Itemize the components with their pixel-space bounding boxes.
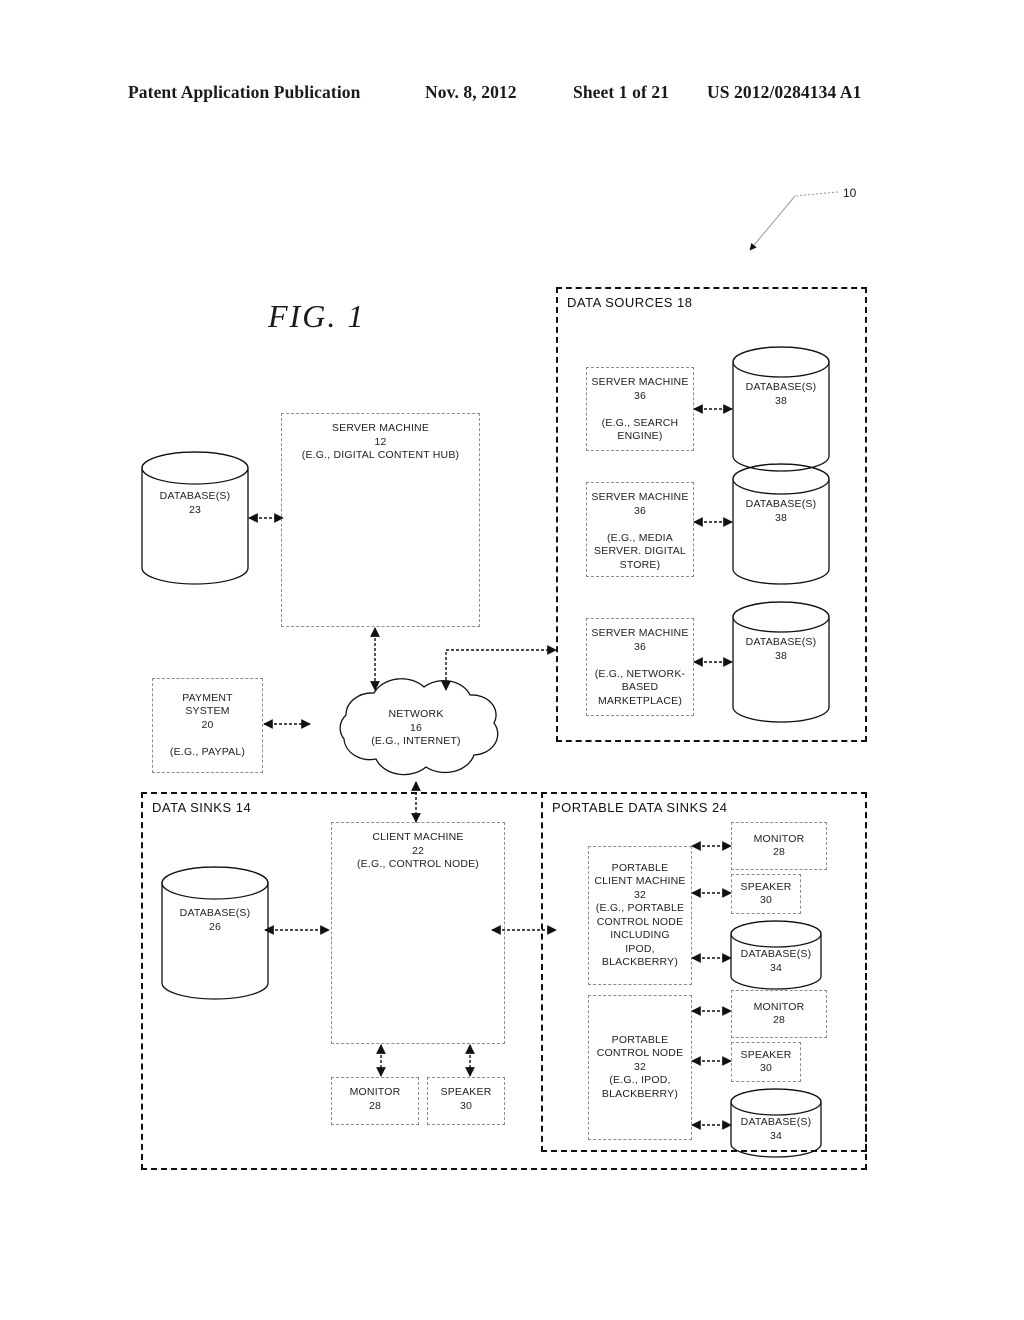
server-machine-36-search-engine[interactable]: SERVER MACHINE 36 (E.G., SEARCH ENGINE) xyxy=(586,367,694,451)
speaker-30-client[interactable]: SPEAKER 30 xyxy=(427,1077,505,1125)
payment-system-20[interactable]: PAYMENT SYSTEM 20 (E.G., PAYPAL) xyxy=(152,678,263,773)
data-sinks-group-label: DATA SINKS 14 xyxy=(152,800,252,815)
portable-control-node-32[interactable]: PORTABLE CONTROL NODE 32 (E.G., IPOD, BL… xyxy=(588,995,692,1140)
speaker-30-client-label: SPEAKER 30 xyxy=(440,1086,492,1112)
database-26-label: DATABASE(S) 26 xyxy=(179,907,251,933)
server-machine-36-marketplace-label: SERVER MACHINE 36 (E.G., NETWORK- BASED … xyxy=(591,627,689,707)
server-machine-12-label: SERVER MACHINE 12 (E.G., DIGITAL CONTENT… xyxy=(301,422,460,461)
database-34-portable-1-label: DATABASE(S) 34 xyxy=(740,948,812,974)
sheet-number: Sheet 1 of 21 xyxy=(573,82,670,102)
server-machine-36-media-server-label: SERVER MACHINE 36 (E.G., MEDIA SERVER. D… xyxy=(591,491,689,571)
server-machine-36-marketplace[interactable]: SERVER MACHINE 36 (E.G., NETWORK- BASED … xyxy=(586,618,694,716)
network-cloud-16[interactable]: NETWORK 16 (E.G., INTERNET) xyxy=(300,675,532,780)
server-machine-36-search-engine-label: SERVER MACHINE 36 (E.G., SEARCH ENGINE) xyxy=(591,376,689,442)
data-sources-group-label: DATA SOURCES 18 xyxy=(567,295,693,310)
monitor-28-client-label: MONITOR 28 xyxy=(349,1086,401,1112)
database-34-portable-2: DATABASE(S) 34 xyxy=(729,1088,823,1160)
server-machine-12[interactable]: SERVER MACHINE 12 (E.G., DIGITAL CONTENT… xyxy=(281,413,480,627)
database-38-a: DATABASE(S) 38 xyxy=(731,345,831,473)
database-26: DATABASE(S) 26 xyxy=(160,865,270,1001)
portable-data-sinks-group-label: PORTABLE DATA SINKS 24 xyxy=(552,800,728,815)
monitor-28-portable-1[interactable]: MONITOR 28 xyxy=(731,822,827,870)
portable-control-node-32-label: PORTABLE CONTROL NODE 32 (E.G., IPOD, BL… xyxy=(596,1033,684,1100)
database-34-portable-2-label: DATABASE(S) 34 xyxy=(740,1116,812,1142)
database-34-portable-1: DATABASE(S) 34 xyxy=(729,920,823,992)
publication-date: Nov. 8, 2012 xyxy=(425,82,517,102)
database-38-b-label: DATABASE(S) 38 xyxy=(745,498,817,524)
database-38-a-label: DATABASE(S) 38 xyxy=(745,381,817,407)
portable-client-machine-32[interactable]: PORTABLE CLIENT MACHINE 32 (E.G., PORTAB… xyxy=(588,846,692,985)
monitor-28-client[interactable]: MONITOR 28 xyxy=(331,1077,419,1125)
publication-title: Patent Application Publication xyxy=(128,82,361,102)
network-16-label: NETWORK 16 (E.G., INTERNET) xyxy=(371,708,461,747)
database-23-label: DATABASE(S) 23 xyxy=(159,490,231,516)
database-38-c: DATABASE(S) 38 xyxy=(731,600,831,724)
monitor-28-portable-2[interactable]: MONITOR 28 xyxy=(731,990,827,1038)
client-machine-22[interactable]: CLIENT MACHINE 22 (E.G., CONTROL NODE) xyxy=(331,822,505,1044)
speaker-30-portable-1[interactable]: SPEAKER 30 xyxy=(731,874,801,914)
speaker-30-portable-1-label: SPEAKER 30 xyxy=(740,880,792,907)
reference-numeral-10: 10 xyxy=(843,186,857,200)
monitor-28-portable-1-label: MONITOR 28 xyxy=(753,832,805,859)
figure-label: FIG. 1 xyxy=(268,298,366,334)
speaker-30-portable-2-label: SPEAKER 30 xyxy=(740,1048,792,1075)
database-23: DATABASE(S) 23 xyxy=(140,450,250,586)
portable-client-machine-32-label: PORTABLE CLIENT MACHINE 32 (E.G., PORTAB… xyxy=(594,861,686,969)
speaker-30-portable-2[interactable]: SPEAKER 30 xyxy=(731,1042,801,1082)
database-38-c-label: DATABASE(S) 38 xyxy=(745,636,817,662)
server-machine-36-media-server[interactable]: SERVER MACHINE 36 (E.G., MEDIA SERVER. D… xyxy=(586,482,694,577)
client-machine-22-label: CLIENT MACHINE 22 (E.G., CONTROL NODE) xyxy=(356,831,480,870)
monitor-28-portable-2-label: MONITOR 28 xyxy=(753,1000,805,1027)
payment-system-20-label: PAYMENT SYSTEM 20 (E.G., PAYPAL) xyxy=(169,691,246,758)
publication-number: US 2012/0284134 A1 xyxy=(707,82,862,102)
database-38-b: DATABASE(S) 38 xyxy=(731,462,831,586)
